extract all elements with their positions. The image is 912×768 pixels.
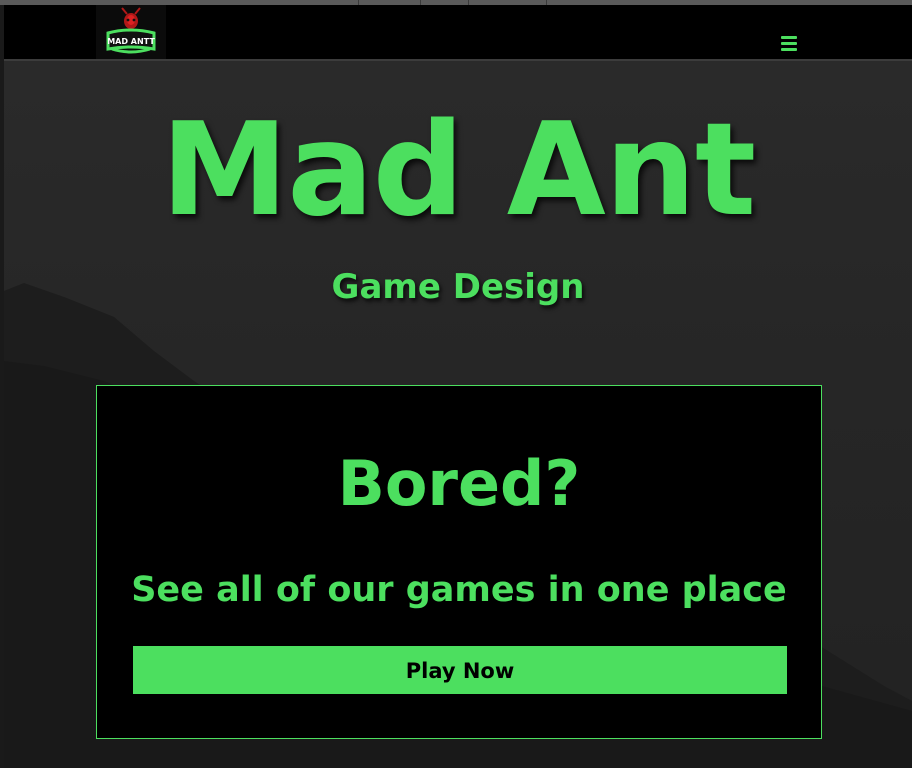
promo-card: Bored? See all of our games in one place… bbox=[96, 385, 822, 739]
hero-section: Mad Ant Game Design Bored? See all of ou… bbox=[4, 61, 912, 768]
mad-ant-logo-icon: MAD ANTT bbox=[106, 7, 156, 54]
logo-text: MAD ANTT bbox=[107, 37, 155, 46]
hamburger-menu-icon[interactable] bbox=[780, 36, 800, 52]
promo-title: Bored? bbox=[337, 447, 581, 520]
site-title: Mad Ant bbox=[160, 96, 756, 245]
site-subtitle: Game Design bbox=[331, 267, 585, 307]
promo-subtitle: See all of our games in one place bbox=[131, 570, 787, 610]
play-now-button[interactable]: Play Now bbox=[133, 646, 787, 694]
navbar: MAD ANTT bbox=[4, 5, 912, 61]
site-logo[interactable]: MAD ANTT bbox=[96, 5, 166, 59]
